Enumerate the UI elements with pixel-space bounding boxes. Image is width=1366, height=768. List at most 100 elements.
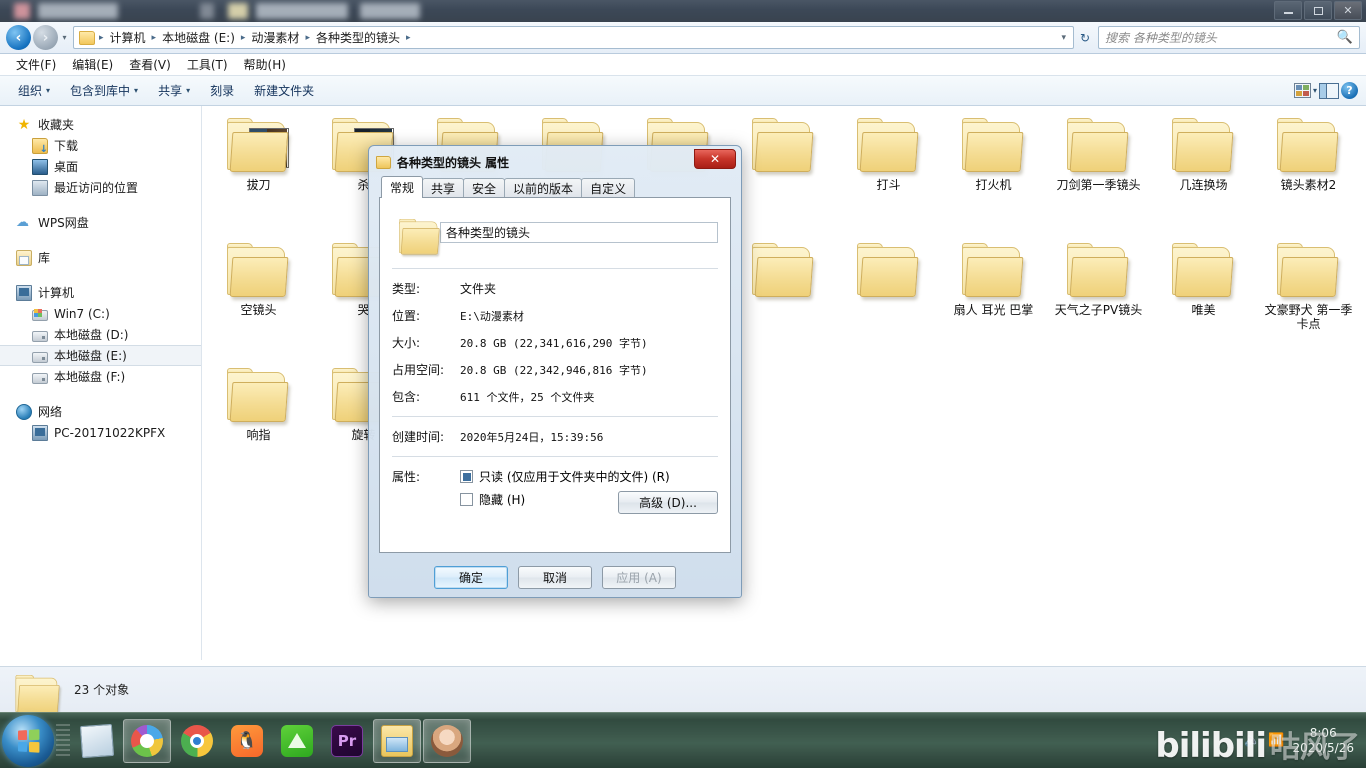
- folder-tile[interactable]: [731, 237, 836, 362]
- start-button[interactable]: [2, 714, 54, 767]
- tab-sharing[interactable]: 共享: [422, 178, 465, 198]
- history-dropdown-icon[interactable]: ▾: [58, 33, 71, 42]
- dialog-button-row: 确定 取消 应用 (A): [369, 566, 741, 589]
- hidden-checkbox-row[interactable]: 隐藏 (H): [460, 491, 525, 508]
- sidebar-item-network-computer[interactable]: PC-20171022KPFX: [0, 422, 201, 443]
- apply-button[interactable]: 应用 (A): [602, 566, 676, 589]
- breadcrumb-item-current-folder[interactable]: 各种类型的镜头: [312, 27, 404, 48]
- folder-tile[interactable]: [731, 112, 836, 237]
- taskbar-item-premiere-pro[interactable]: Pr: [323, 719, 371, 763]
- include-in-library-button[interactable]: 包含到库中 ▾: [60, 77, 148, 104]
- menu-file[interactable]: 文件(F): [8, 54, 64, 75]
- dialog-close-button[interactable]: ✕: [694, 149, 736, 169]
- tab-customize[interactable]: 自定义: [581, 178, 636, 198]
- sidebar-item-computer[interactable]: 计算机: [0, 282, 201, 303]
- clock[interactable]: 8:06 2020/5/26: [1292, 726, 1358, 756]
- folder-tile[interactable]: 镜头素材2: [1256, 112, 1361, 237]
- preview-pane-icon[interactable]: [1319, 82, 1339, 99]
- new-folder-button[interactable]: 新建文件夹: [244, 77, 324, 104]
- taskbar-item-notepad[interactable]: [73, 719, 121, 763]
- organize-button[interactable]: 组织 ▾: [8, 77, 60, 104]
- menu-edit[interactable]: 编辑(E): [64, 54, 121, 75]
- sidebar-label: 计算机: [38, 286, 75, 300]
- view-mode-chevron-down-icon[interactable]: ▾: [1313, 86, 1317, 95]
- taskbar-item-uc-browser[interactable]: 🐧: [223, 719, 271, 763]
- sidebar-item-drive-f[interactable]: 本地磁盘 (F:): [0, 366, 201, 387]
- sidebar-item-wps-cloud[interactable]: ☁ WPS网盘: [0, 212, 201, 233]
- taskbar-item-media-player[interactable]: [423, 718, 471, 763]
- ok-button[interactable]: 确定: [434, 566, 508, 589]
- cancel-button[interactable]: 取消: [518, 566, 592, 589]
- breadcrumb[interactable]: ▸ 计算机 ▸ 本地磁盘 (E:) ▸ 动漫素材 ▸ 各种类型的镜头 ▸ ▾: [73, 26, 1074, 49]
- tab-general[interactable]: 常规: [381, 176, 424, 198]
- menu-tools[interactable]: 工具(T): [179, 54, 236, 75]
- burn-button[interactable]: 刻录: [200, 77, 244, 104]
- folder-tile[interactable]: 打火机: [941, 112, 1046, 237]
- maximize-button[interactable]: [1304, 1, 1332, 20]
- hidden-checkbox[interactable]: [460, 493, 473, 506]
- network-computer-icon: [32, 424, 48, 441]
- sidebar-item-drive-e[interactable]: 本地磁盘 (E:): [0, 345, 201, 366]
- search-input[interactable]: [1105, 30, 1337, 45]
- sidebar-label: 下载: [54, 139, 79, 153]
- field-size: 大小: 20.8 GB (22,341,616,290 字节): [392, 329, 718, 356]
- breadcrumb-item-anime-materials[interactable]: 动漫素材: [247, 27, 303, 48]
- help-icon[interactable]: ?: [1341, 82, 1358, 99]
- folder-tile[interactable]: [836, 237, 941, 362]
- taskbar-item-file-explorer[interactable]: [373, 718, 421, 763]
- readonly-checkbox[interactable]: [460, 470, 473, 483]
- sidebar-item-network[interactable]: 网络: [0, 401, 201, 422]
- window-titlebar[interactable]: ✕: [0, 0, 1366, 22]
- tab-previous-versions[interactable]: 以前的版本: [504, 178, 583, 198]
- sidebar-item-drive-c[interactable]: Win7 (C:): [0, 303, 201, 324]
- breadcrumb-item-drive-e[interactable]: 本地磁盘 (E:): [158, 27, 239, 48]
- forward-button[interactable]: ›: [33, 25, 58, 50]
- sidebar-item-libraries[interactable]: 库: [0, 247, 201, 268]
- back-button[interactable]: ‹: [6, 25, 31, 50]
- close-button[interactable]: ✕: [1334, 1, 1362, 20]
- censored-titlebar-region: [256, 3, 348, 19]
- folder-tile[interactable]: 文豪野犬 第一季 卡点: [1256, 237, 1361, 362]
- folder-tile[interactable]: 响指: [206, 362, 311, 487]
- view-mode-icon[interactable]: [1293, 83, 1311, 98]
- field-label: 位置:: [392, 309, 421, 323]
- refresh-icon[interactable]: ↻: [1074, 31, 1096, 45]
- folder-name-input[interactable]: [440, 221, 718, 243]
- folder-icon: [750, 243, 818, 299]
- downloads-icon: [32, 137, 48, 155]
- sidebar-item-recent-places[interactable]: 最近访问的位置: [0, 177, 201, 198]
- folder-tile[interactable]: 刀剑第一季镜头: [1046, 112, 1151, 237]
- folder-tile[interactable]: 空镜头: [206, 237, 311, 362]
- network-signal-icon[interactable]: 📶: [1268, 733, 1284, 748]
- attributes-label: 属性:: [392, 470, 421, 484]
- tab-security[interactable]: 安全: [463, 178, 506, 198]
- minimize-button[interactable]: [1274, 1, 1302, 20]
- folder-tile[interactable]: 唯美: [1151, 237, 1256, 362]
- search-box[interactable]: 🔍: [1098, 26, 1360, 49]
- folder-tile[interactable]: 扇人 耳光 巴掌: [941, 237, 1046, 362]
- readonly-label: 只读 (仅应用于文件夹中的文件) (R): [479, 470, 670, 484]
- breadcrumb-dropdown-icon[interactable]: ▾: [1061, 33, 1070, 43]
- menu-help[interactable]: 帮助(H): [236, 54, 294, 75]
- taskbar-item-chrome[interactable]: [173, 719, 221, 763]
- share-button[interactable]: 共享 ▾: [148, 77, 200, 104]
- sidebar-item-favorites[interactable]: ★ 收藏夹: [0, 114, 201, 135]
- speaker-icon[interactable]: 🔈: [1244, 733, 1260, 748]
- readonly-checkbox-row[interactable]: 只读 (仅应用于文件夹中的文件) (R): [460, 468, 718, 485]
- sidebar-item-downloads[interactable]: 下载: [0, 135, 201, 156]
- folder-tile[interactable]: 天气之子PV镜头: [1046, 237, 1151, 362]
- taskbar-item-green-app[interactable]: [273, 719, 321, 763]
- sidebar-item-drive-d[interactable]: 本地磁盘 (D:): [0, 324, 201, 345]
- breadcrumb-item-computer[interactable]: 计算机: [106, 27, 150, 48]
- folder-label: 拔刀: [246, 178, 271, 192]
- folder-tile[interactable]: 几连换场: [1151, 112, 1256, 237]
- folder-tile[interactable]: 打斗: [836, 112, 941, 237]
- explorer-icon: [381, 724, 413, 757]
- folder-tile[interactable]: 拔刀: [206, 112, 311, 237]
- advanced-button[interactable]: 高级 (D)...: [618, 491, 718, 514]
- dialog-titlebar[interactable]: 各种类型的镜头 属性 ✕: [372, 149, 738, 175]
- taskbar-item-360-browser[interactable]: [123, 718, 171, 763]
- field-created: 创建时间: 2020年5月24日，15:39:56: [392, 423, 718, 450]
- menu-view[interactable]: 查看(V): [121, 54, 179, 75]
- sidebar-item-desktop[interactable]: 桌面: [0, 156, 201, 177]
